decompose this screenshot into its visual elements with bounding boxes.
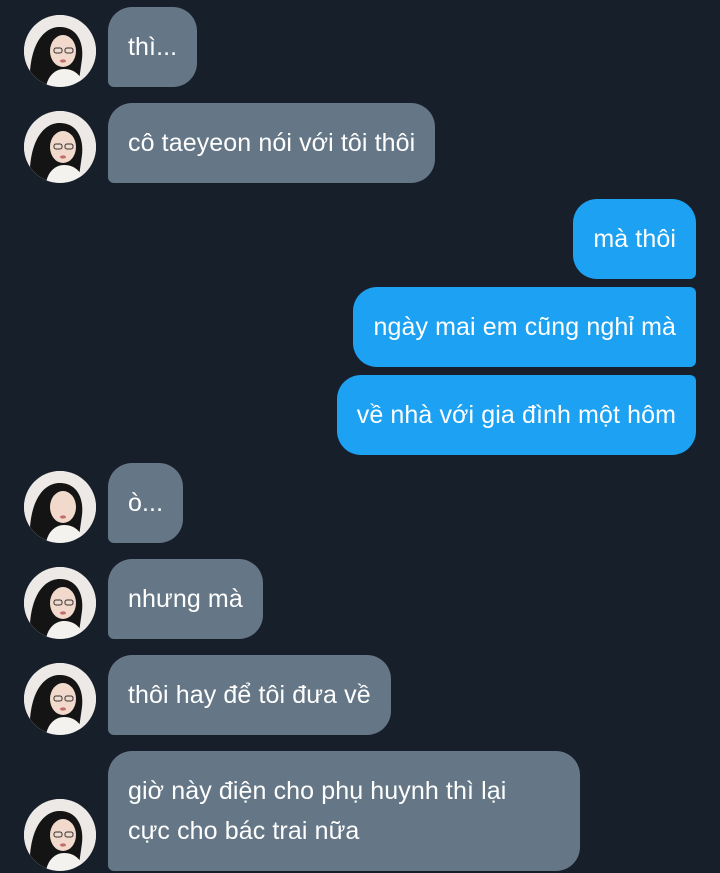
outgoing-message-bubble[interactable]: ngày mai em cũng nghỉ mà xyxy=(353,287,696,367)
incoming-message-bubble[interactable]: thôi hay để tôi đưa về xyxy=(108,655,391,735)
incoming-message-bubble[interactable]: giờ này điện cho phụ huynh thì lại cực c… xyxy=(108,751,580,871)
profile-photo-icon xyxy=(24,567,96,639)
avatar[interactable] xyxy=(24,15,96,87)
incoming-message-bubble[interactable]: ò... xyxy=(108,463,184,543)
profile-photo-icon xyxy=(24,663,96,735)
avatar[interactable] xyxy=(24,663,96,735)
message-text: nhưng mà xyxy=(128,585,243,613)
profile-photo-icon xyxy=(24,111,96,183)
profile-photo-icon xyxy=(24,15,96,87)
profile-photo-icon xyxy=(24,471,96,543)
incoming-message-bubble[interactable]: thì... xyxy=(108,7,198,87)
message-text: ngày mai em cũng nghỉ mà xyxy=(373,313,676,341)
avatar[interactable] xyxy=(24,471,96,543)
profile-photo-icon xyxy=(24,799,96,871)
avatar[interactable] xyxy=(24,799,96,871)
chat-thread: thì... cô taeyeon nói với tôi thôi mà th… xyxy=(0,0,720,873)
avatar[interactable] xyxy=(24,567,96,639)
incoming-message-bubble[interactable]: cô taeyeon nói với tôi thôi xyxy=(108,103,436,183)
message-text: cô taeyeon nói với tôi thôi xyxy=(128,129,416,157)
outgoing-message-bubble[interactable]: mà thôi xyxy=(573,199,696,279)
avatar[interactable] xyxy=(24,111,96,183)
outgoing-message-bubble[interactable]: về nhà với gia đình một hôm xyxy=(336,375,696,455)
message-text: mà thôi xyxy=(593,225,676,253)
incoming-message-bubble[interactable]: nhưng mà xyxy=(108,559,263,639)
message-text-line: giờ này điện cho phụ huynh thì lại xyxy=(128,777,507,805)
message-text: ò... xyxy=(128,489,164,517)
message-text-line: cực cho bác trai nữa xyxy=(128,817,360,845)
message-text: thôi hay để tôi đưa về xyxy=(128,681,371,709)
message-text: thì... xyxy=(128,33,178,61)
message-text: về nhà với gia đình một hôm xyxy=(356,401,676,429)
